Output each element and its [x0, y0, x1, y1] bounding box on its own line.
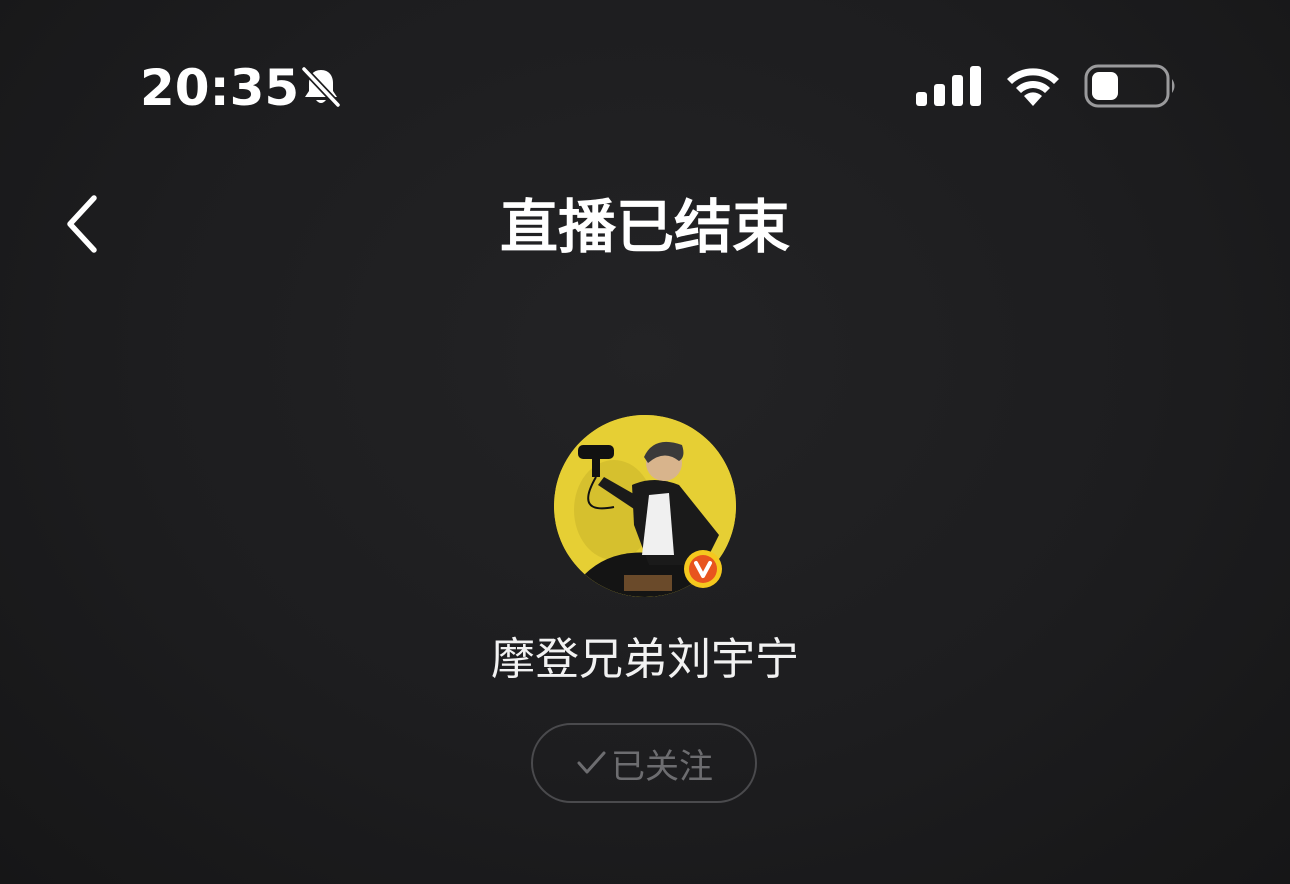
check-icon [577, 751, 606, 774]
live-ended-screen: 20:35 直播已结束 摩登兄弟刘宇宁 已关注 [0, 0, 1290, 884]
following-label: 已关注 [611, 746, 713, 787]
verified-badge-icon [684, 550, 722, 588]
cellular-signal-icon [916, 66, 981, 106]
status-time: 20:35 [140, 59, 300, 117]
wifi-icon [1007, 68, 1059, 106]
bell-slash-icon [301, 66, 341, 108]
battery-icon [1084, 64, 1175, 108]
following-button[interactable]: 已关注 [531, 723, 757, 803]
user-name: 摩登兄弟刘宇宁 [491, 634, 799, 685]
page-title: 直播已结束 [499, 193, 790, 261]
